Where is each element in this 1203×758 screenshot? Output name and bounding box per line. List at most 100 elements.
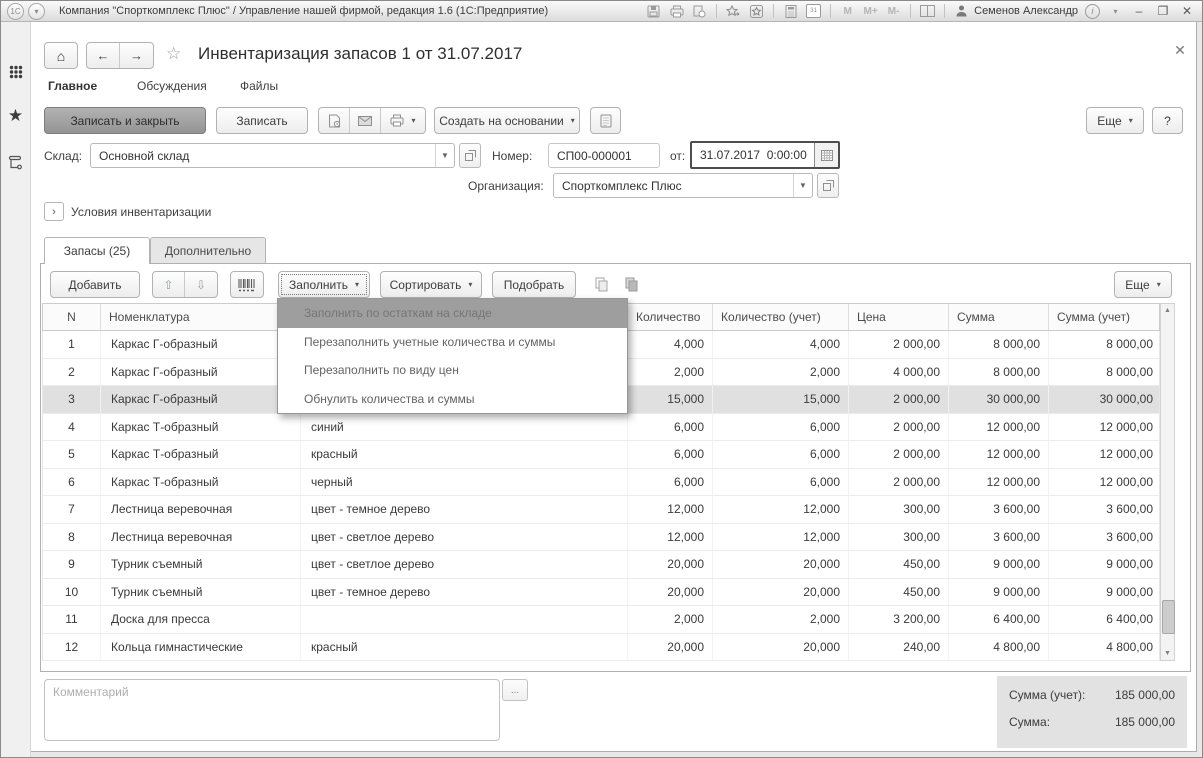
table-cell[interactable]: 12,000: [713, 496, 849, 523]
table-cell[interactable]: 2,000: [628, 358, 713, 385]
table-cell[interactable]: 450,00: [849, 551, 949, 578]
table-cell[interactable]: 9 000,00: [1049, 579, 1161, 606]
menu-item[interactable]: Перезаполнить учетные количества и суммы: [278, 328, 627, 357]
table-cell[interactable]: 12 000,00: [949, 468, 1049, 495]
menu-glavnoe[interactable]: Главное: [48, 79, 97, 93]
table-cell[interactable]: 20,000: [713, 633, 849, 660]
table-cell[interactable]: 20,000: [628, 633, 713, 660]
save-and-close-button[interactable]: Записать и закрыть: [44, 107, 206, 134]
table-cell[interactable]: 12 000,00: [1049, 441, 1161, 468]
pick-button[interactable]: Подобрать: [492, 271, 576, 298]
table-cell[interactable]: Каркас Г-образный: [101, 358, 301, 385]
table-cell[interactable]: 6 400,00: [1049, 606, 1161, 633]
table-cell[interactable]: 4 800,00: [949, 633, 1049, 660]
scroll-up-icon[interactable]: ▲: [1161, 304, 1174, 317]
table-cell[interactable]: 10: [43, 578, 101, 605]
table-cell[interactable]: 2,000: [713, 606, 849, 633]
more-button[interactable]: Еще ▾: [1086, 107, 1144, 134]
table-cell[interactable]: синий: [301, 413, 628, 440]
menu-item[interactable]: Заполнить по остаткам на складе: [278, 299, 627, 328]
table-row[interactable]: 10 Турник съемный цвет - темное дерево 20,0…: [43, 578, 1161, 606]
table-cell[interactable]: 3 200,00: [849, 606, 949, 633]
table-cell[interactable]: 8 000,00: [949, 358, 1049, 385]
table-cell[interactable]: 300,00: [849, 496, 949, 523]
table-cell[interactable]: 6,000: [628, 413, 713, 440]
tab-zapasy[interactable]: Запасы (25): [44, 237, 150, 264]
table-cell[interactable]: Кольца гимнастические: [101, 633, 301, 660]
table-row[interactable]: 8 Лестница веревочная цвет - светлое дерев…: [43, 523, 1159, 551]
table-cell[interactable]: 3 600,00: [1049, 496, 1161, 523]
create-based-on-button[interactable]: Создать на основании ▾: [434, 107, 580, 134]
sort-button[interactable]: Сортировать ▾: [380, 271, 482, 298]
table-cell[interactable]: 3 600,00: [949, 523, 1049, 550]
table-cell[interactable]: 4,000: [713, 331, 849, 358]
column-header[interactable]: Цена: [849, 304, 949, 330]
table-cell[interactable]: 2,000: [628, 606, 713, 633]
table-cell[interactable]: 6: [43, 468, 101, 495]
table-cell[interactable]: 2,000: [713, 358, 849, 385]
table-cell[interactable]: 20,000: [713, 551, 849, 578]
column-header[interactable]: N: [43, 304, 101, 330]
table-cell[interactable]: 9 000,00: [1049, 551, 1161, 578]
table-cell[interactable]: 8: [43, 523, 101, 550]
menu-faily[interactable]: Файлы: [240, 79, 278, 93]
table-cell[interactable]: 15,000: [628, 386, 713, 413]
minimize-button[interactable]: –: [1130, 3, 1148, 19]
table-cell[interactable]: 30 000,00: [1049, 386, 1161, 413]
menu-item[interactable]: Перезаполнить по виду цен: [278, 356, 627, 385]
table-cell[interactable]: 6,000: [628, 468, 713, 495]
table-cell[interactable]: Турник съемный: [101, 578, 301, 605]
table-cell[interactable]: 1: [43, 331, 101, 358]
copy-rows-icon[interactable]: [588, 271, 616, 298]
table-cell[interactable]: 4 800,00: [1049, 634, 1161, 661]
sections-menu-icon[interactable]: [1, 60, 30, 84]
table-cell[interactable]: 9 000,00: [949, 551, 1049, 578]
app-menu-chevron-icon[interactable]: ▾: [28, 2, 45, 20]
table-cell[interactable]: цвет - темное дерево: [301, 578, 628, 605]
table-cell[interactable]: 4,000: [628, 331, 713, 358]
chevron-down-icon[interactable]: ▼: [793, 174, 812, 197]
column-header[interactable]: Номенклатура: [101, 304, 301, 330]
table-cell[interactable]: 9 000,00: [949, 578, 1049, 605]
table-cell[interactable]: 8 000,00: [1049, 359, 1161, 386]
paste-rows-icon[interactable]: [618, 271, 646, 298]
column-header[interactable]: Сумма (учет): [1049, 304, 1161, 330]
table-cell[interactable]: Турник съемный: [101, 551, 301, 578]
move-down-icon[interactable]: ⇩: [185, 272, 217, 297]
warehouse-open-icon[interactable]: [459, 143, 481, 168]
conditions-expand-icon[interactable]: ›: [44, 202, 64, 221]
table-cell[interactable]: Каркас Т-образный: [101, 413, 301, 440]
table-row[interactable]: 12 Кольца гимнастические красный 20,000 20,0…: [43, 633, 1161, 661]
table-cell[interactable]: 20,000: [628, 551, 713, 578]
table-cell[interactable]: 2 000,00: [849, 468, 949, 495]
table-cell[interactable]: 240,00: [849, 633, 949, 660]
report-icon[interactable]: [590, 107, 621, 134]
save-icon[interactable]: [645, 4, 662, 19]
table-row[interactable]: 11 Доска для пресса 2,000 2,000 3 200,00 6 40…: [43, 606, 1159, 634]
table-cell[interactable]: Каркас Т-образный: [101, 441, 301, 468]
home-button[interactable]: ⌂: [44, 42, 78, 69]
table-cell[interactable]: Каркас Г-образный: [101, 331, 301, 358]
calendar-picker-icon[interactable]: [814, 143, 838, 167]
table-cell[interactable]: Доска для пресса: [101, 606, 301, 633]
table-cell[interactable]: 7: [43, 496, 101, 523]
app-menu-icon[interactable]: 1C: [7, 2, 24, 20]
print-button[interactable]: ▾: [381, 108, 425, 133]
table-cell[interactable]: 12: [43, 633, 101, 660]
table-row[interactable]: 7 Лестница веревочная цвет - темное дерево…: [43, 496, 1159, 524]
favorites-star-icon[interactable]: ★: [1, 104, 30, 128]
column-header[interactable]: Количество (учет): [713, 304, 849, 330]
table-row[interactable]: 9 Турник съемный цвет - светлое дерево 20,0…: [43, 551, 1159, 579]
table-cell[interactable]: 2 000,00: [849, 413, 949, 440]
panel-more-button[interactable]: Еще ▾: [1114, 271, 1172, 298]
table-cell[interactable]: цвет - светлое дерево: [301, 523, 628, 550]
table-cell[interactable]: 12,000: [628, 523, 713, 550]
add-row-button[interactable]: Добавить: [50, 271, 140, 298]
table-cell[interactable]: 15,000: [713, 386, 849, 413]
table-cell[interactable]: 2 000,00: [849, 386, 949, 413]
history-icon[interactable]: [1, 150, 30, 174]
column-header[interactable]: Количество: [628, 304, 713, 330]
table-cell[interactable]: 4 000,00: [849, 358, 949, 385]
table-row[interactable]: 4 Каркас Т-образный синий 6,000 6,000 2 000,0…: [43, 413, 1159, 441]
number-input[interactable]: СП00-000001: [548, 143, 660, 168]
